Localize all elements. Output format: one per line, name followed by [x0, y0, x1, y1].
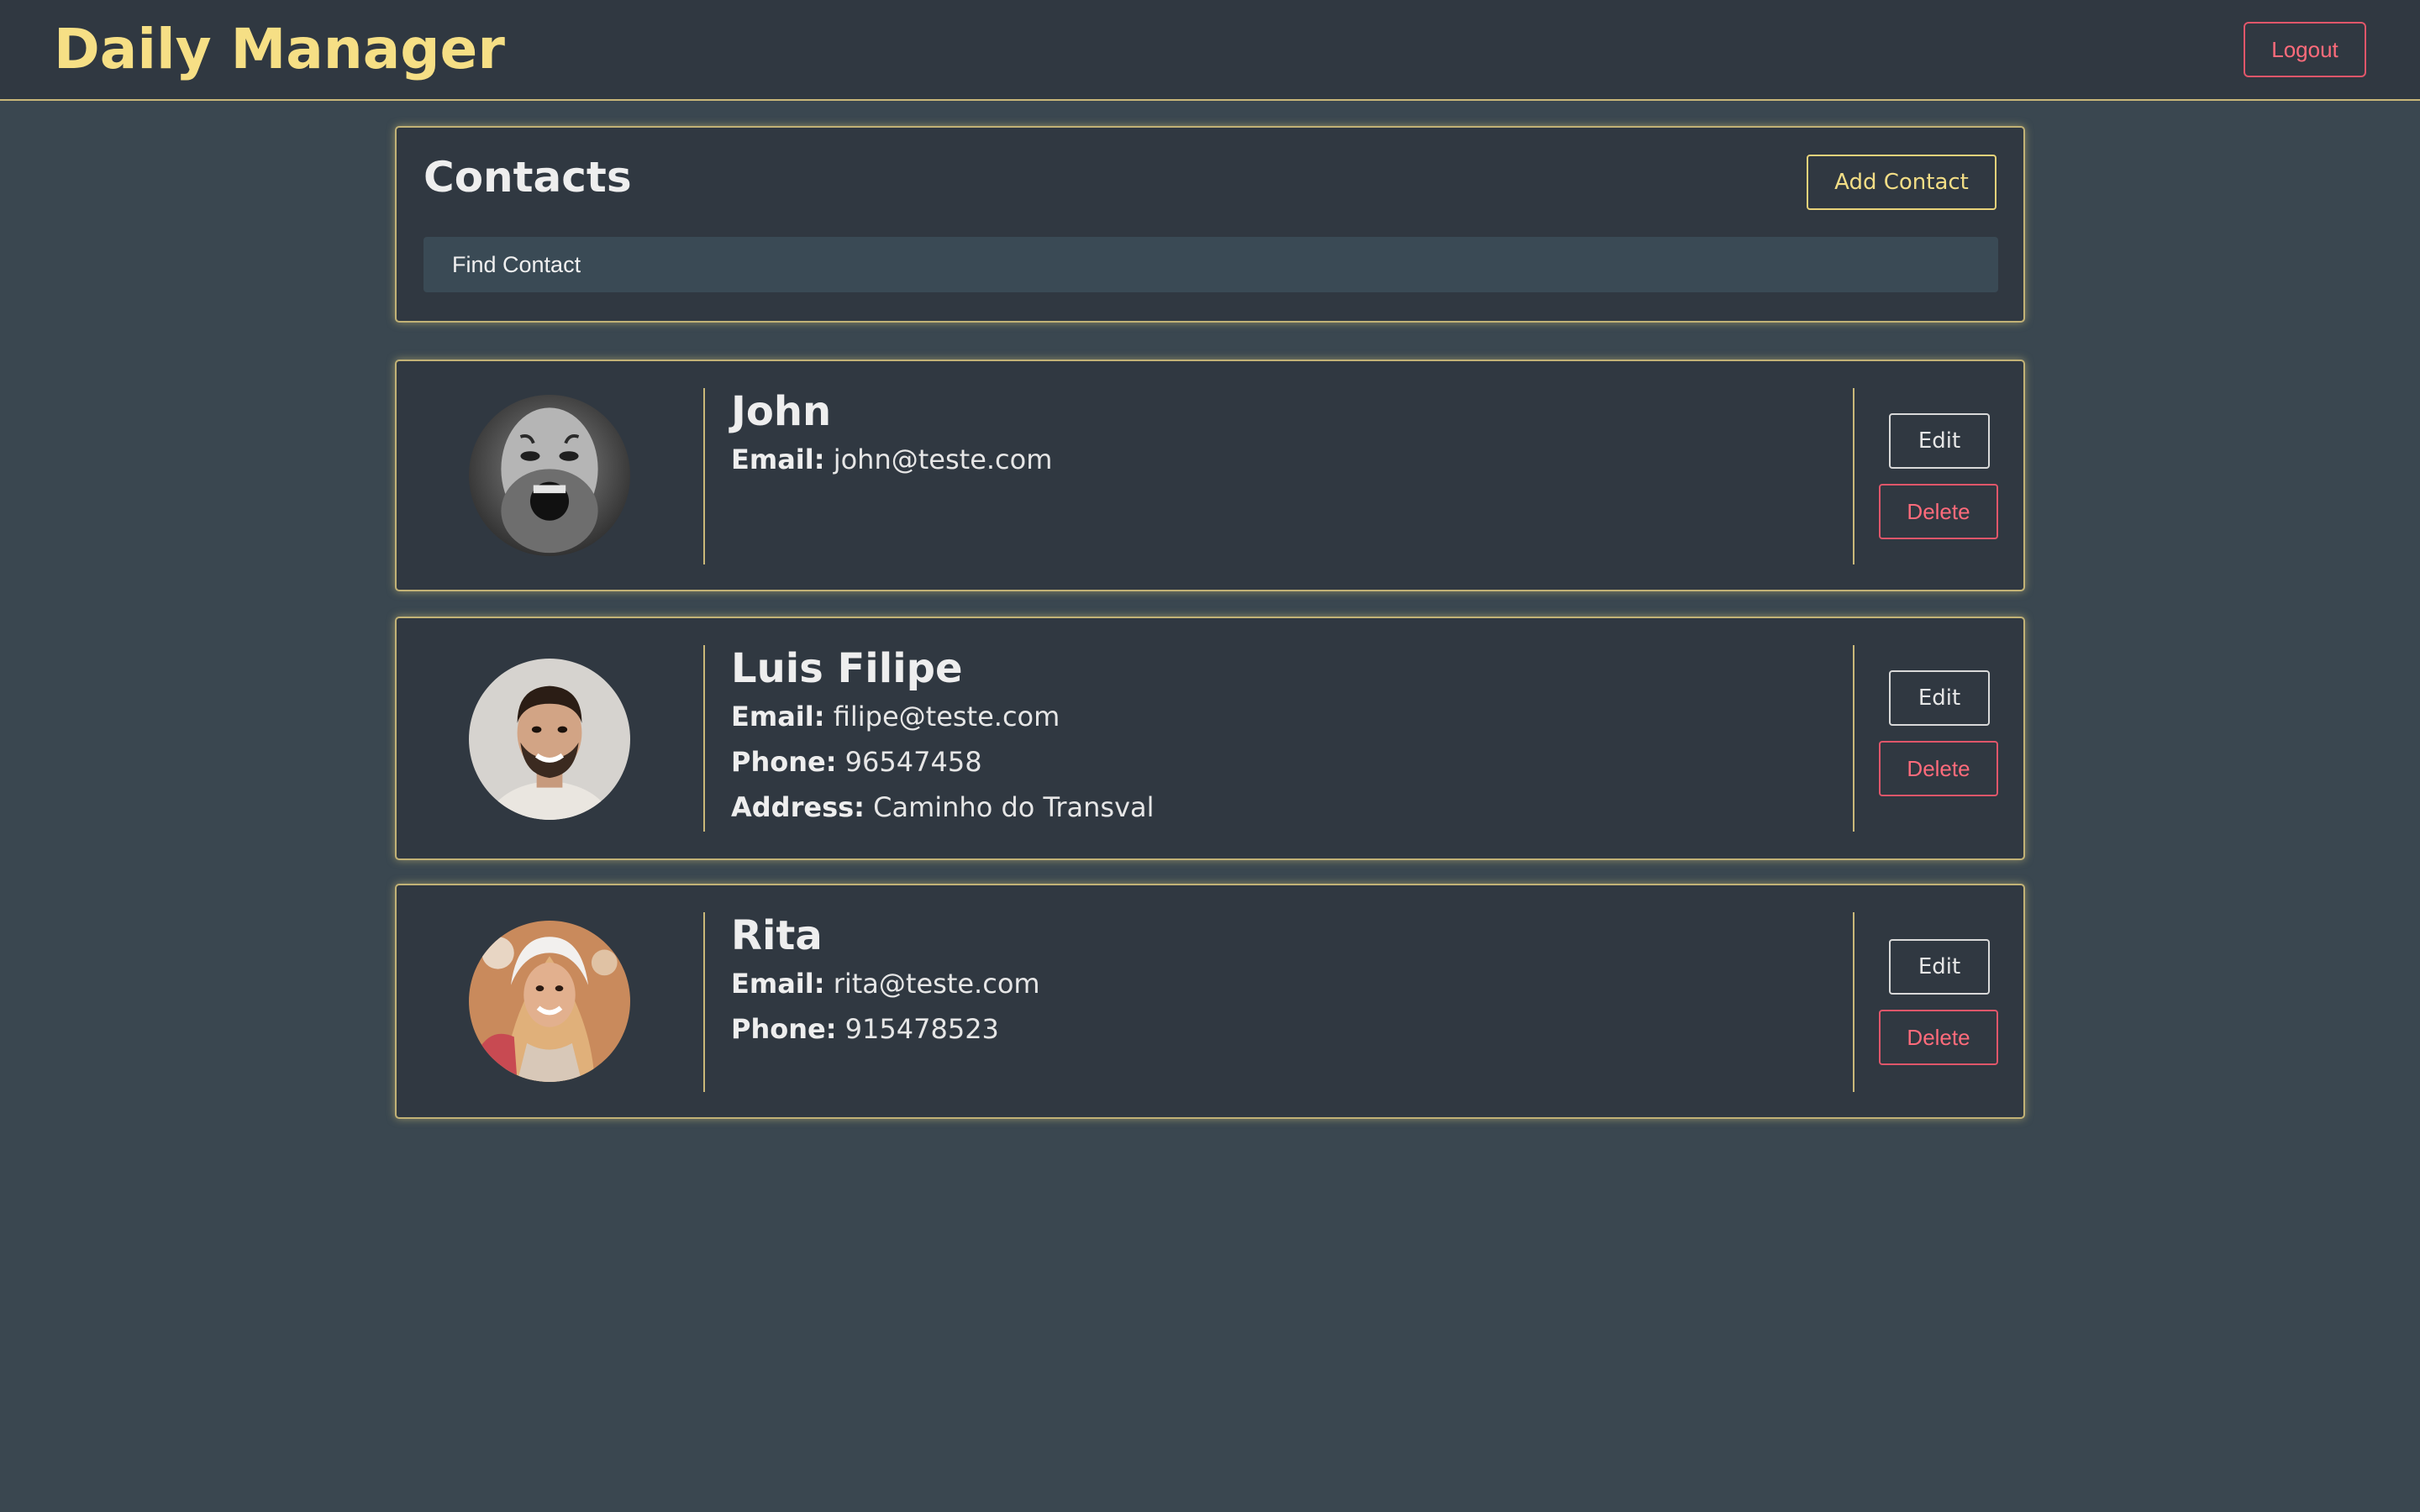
email-value: filipe@teste.com [833, 701, 1060, 732]
avatar [469, 921, 630, 1082]
email-value: john@teste.com [833, 444, 1053, 475]
contact-card: Luis Filipe Email: filipe@teste.com Phon… [395, 617, 2025, 860]
address-value: Caminho do Transval [873, 791, 1155, 823]
divider [703, 645, 705, 832]
contact-card: Rita Email: rita@teste.com Phone: 915478… [395, 884, 2025, 1119]
contact-info: Rita Email: rita@teste.com Phone: 915478… [731, 911, 1040, 1052]
smiling-woman-photo-icon [469, 921, 630, 1082]
contact-address: Address: Caminho do Transval [731, 785, 1155, 830]
phone-value: 915478523 [844, 1013, 999, 1045]
avatar [469, 395, 630, 556]
email-label: Email: [731, 444, 825, 475]
contacts-panel: Contacts Add Contact [395, 126, 2025, 323]
divider [703, 912, 705, 1092]
address-label: Address: [731, 791, 865, 823]
delete-button[interactable]: Delete [1879, 484, 1998, 539]
delete-button[interactable]: Delete [1879, 741, 1998, 796]
contact-info: Luis Filipe Email: filipe@teste.com Phon… [731, 643, 1155, 830]
smiling-man-photo-icon [469, 659, 630, 820]
edit-button[interactable]: Edit [1889, 413, 1990, 469]
phone-label: Phone: [731, 746, 837, 778]
delete-button[interactable]: Delete [1879, 1010, 1998, 1065]
edit-button[interactable]: Edit [1889, 670, 1990, 726]
contact-phone: Phone: 96547458 [731, 739, 1155, 785]
contact-email: Email: filipe@teste.com [731, 694, 1155, 739]
contact-name: Rita [731, 912, 823, 959]
edit-button[interactable]: Edit [1889, 939, 1990, 995]
phone-label: Phone: [731, 1013, 837, 1045]
divider [1853, 912, 1854, 1092]
bearded-man-photo-icon [469, 395, 630, 556]
logout-button[interactable]: Logout [2244, 22, 2366, 77]
email-label: Email: [731, 701, 825, 732]
contact-phone: Phone: 915478523 [731, 1006, 1040, 1052]
app-title: Daily Manager [54, 17, 505, 81]
divider [1853, 388, 1854, 564]
find-contact-input[interactable] [424, 237, 1998, 292]
app-header: Daily Manager Logout [0, 0, 2420, 101]
divider [703, 388, 705, 564]
contact-email: Email: rita@teste.com [731, 961, 1040, 1006]
contact-info: John Email: john@teste.com [731, 386, 1052, 482]
page-title: Contacts [424, 153, 632, 202]
contact-name: Luis Filipe [731, 645, 963, 692]
add-contact-button[interactable]: Add Contact [1807, 155, 1996, 210]
contact-name: John [731, 388, 832, 435]
phone-value: 96547458 [844, 746, 982, 778]
contact-card: John Email: john@teste.com Edit Delete [395, 360, 2025, 591]
divider [1853, 645, 1854, 832]
email-label: Email: [731, 968, 825, 1000]
email-value: rita@teste.com [833, 968, 1040, 1000]
contact-email: Email: john@teste.com [731, 437, 1052, 482]
avatar [469, 659, 630, 820]
